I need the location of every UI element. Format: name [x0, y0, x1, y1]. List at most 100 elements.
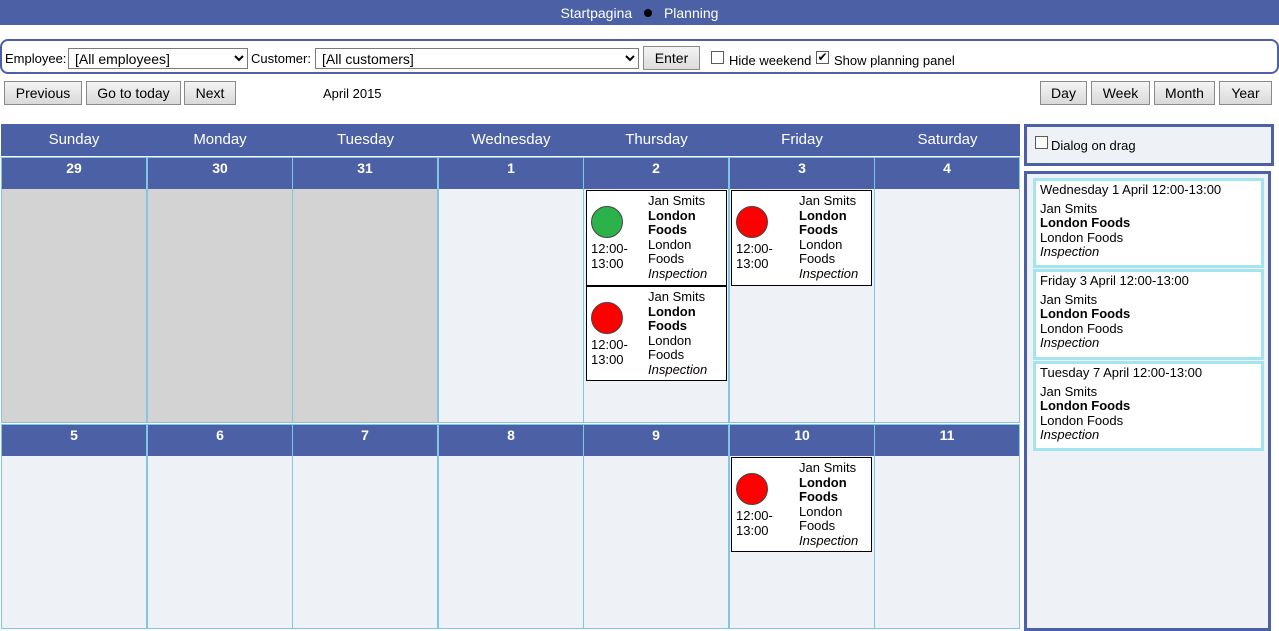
date-header: 5: [2, 425, 146, 456]
planning-item-customer: London Foods: [1040, 398, 1131, 413]
day-cell[interactable]: 1: [438, 157, 584, 423]
appointment-info: Jan Smits London Foods London Foods Insp…: [648, 193, 726, 281]
planning-item-title: Tuesday 7 April 12:00-13:00: [1040, 365, 1203, 380]
status-red-icon: [736, 473, 768, 505]
appointment-time: 12:00- 13:00: [591, 241, 628, 271]
planning-item-customer: London Foods: [1040, 306, 1131, 321]
appointment-card[interactable]: 12:00- 13:00 Jan Smits London Foods Londo…: [586, 286, 727, 381]
planning-panel: Wednesday 1 April 12:00-13:00 Jan Smits …: [1024, 171, 1271, 631]
planning-item-location: London Foods: [1040, 320, 1124, 336]
weekday-header-saturday: Saturday: [875, 124, 1020, 156]
planning-link[interactable]: Planning: [664, 1, 719, 26]
month-view-button[interactable]: Month: [1154, 81, 1215, 105]
appointment-customer: London Foods: [799, 207, 847, 237]
employee-label: Employee:: [5, 51, 67, 66]
appointment-location: London Foods: [799, 503, 843, 533]
status-red-icon: [591, 302, 623, 334]
appointment-location: London Foods: [648, 236, 692, 266]
appointment-location: London Foods: [648, 332, 692, 362]
appointment-card[interactable]: 12:00- 13:00 Jan Smits London Foods Londo…: [586, 190, 727, 286]
date-header: 2: [584, 158, 728, 189]
day-cell[interactable]: 29: [1, 157, 147, 423]
day-cell[interactable]: 7: [292, 424, 438, 629]
day-cell[interactable]: 9: [583, 424, 729, 629]
day-cell[interactable]: 4: [874, 157, 1020, 423]
planning-panel-item[interactable]: Wednesday 1 April 12:00-13:00 Jan Smits …: [1033, 178, 1264, 268]
dialog-on-drag-label: Dialog on drag: [1051, 138, 1136, 153]
appointment-info: Jan Smits London Foods London Foods Insp…: [799, 193, 877, 281]
appointment-location: London Foods: [799, 236, 843, 266]
weekday-header-monday: Monday: [147, 124, 293, 156]
show-planning-panel-checkbox[interactable]: ✔: [816, 51, 829, 64]
employee-select[interactable]: [All employees]: [68, 48, 248, 69]
planning-item-employee: Jan Smits: [1040, 291, 1098, 307]
enter-button[interactable]: Enter: [643, 46, 700, 70]
day-cell[interactable]: 31: [292, 157, 438, 423]
day-cell[interactable]: 6: [147, 424, 293, 629]
planning-item-type: Inspection: [1040, 244, 1100, 259]
weekday-header-sunday: Sunday: [1, 124, 147, 156]
appointment-employee: Jan Smits: [648, 193, 706, 208]
appointment-customer: London Foods: [799, 474, 847, 504]
previous-button[interactable]: Previous: [4, 81, 82, 105]
appointment-info: Jan Smits London Foods London Foods Insp…: [648, 289, 726, 377]
status-red-icon: [736, 206, 768, 238]
startpagina-link[interactable]: Startpagina: [561, 1, 633, 26]
date-header: 1: [439, 158, 583, 189]
go-to-today-button[interactable]: Go to today: [86, 81, 181, 105]
date-header: 31: [293, 158, 437, 189]
appointment-employee: Jan Smits: [799, 460, 857, 475]
planning-item-location: London Foods: [1040, 229, 1124, 245]
day-cell[interactable]: 11: [874, 424, 1020, 629]
date-header: 9: [584, 425, 728, 456]
appointment-card[interactable]: 12:00- 13:00 Jan Smits London Foods Londo…: [731, 457, 872, 552]
appointment-employee: Jan Smits: [648, 289, 706, 304]
day-view-button[interactable]: Day: [1040, 81, 1087, 105]
week-view-button[interactable]: Week: [1091, 81, 1150, 105]
customer-label: Customer:: [251, 51, 311, 66]
filter-bar: Employee: [All employees] Customer: [All…: [0, 39, 1279, 74]
planning-panel-item[interactable]: Tuesday 7 April 12:00-13:00 Jan Smits Lo…: [1033, 361, 1264, 451]
customer-select[interactable]: [All customers]: [315, 48, 639, 69]
hide-weekend-checkbox[interactable]: [711, 51, 724, 64]
appointment-employee: Jan Smits: [799, 193, 857, 208]
planning-item-type: Inspection: [1040, 335, 1100, 350]
planning-item-title: Friday 3 April 12:00-13:00: [1040, 273, 1189, 288]
date-header: 6: [148, 425, 292, 456]
planning-item-employee: Jan Smits: [1040, 200, 1098, 216]
appointment-customer: London Foods: [648, 303, 696, 333]
date-header: 30: [148, 158, 292, 189]
dialog-on-drag-box: Dialog on drag: [1024, 124, 1274, 166]
day-cell[interactable]: 30: [147, 157, 293, 423]
weekday-header-thursday: Thursday: [584, 124, 729, 156]
year-view-button[interactable]: Year: [1219, 81, 1272, 105]
date-header: 8: [439, 425, 583, 456]
appointment-time: 12:00- 13:00: [736, 508, 773, 538]
appointment-time: 12:00- 13:00: [736, 241, 773, 271]
date-header: 3: [730, 158, 874, 189]
current-month-label: April 2015: [323, 86, 382, 101]
planning-panel-item[interactable]: Friday 3 April 12:00-13:00 Jan Smits Lon…: [1033, 269, 1264, 360]
dialog-on-drag-checkbox[interactable]: [1035, 136, 1048, 149]
planning-item-location: London Foods: [1040, 412, 1124, 428]
appointment-customer: London Foods: [648, 207, 696, 237]
hide-weekend-label: Hide weekend: [729, 53, 812, 68]
planning-item-title: Wednesday 1 April 12:00-13:00: [1040, 182, 1222, 197]
day-cell[interactable]: 5: [1, 424, 147, 629]
day-cell[interactable]: 8: [438, 424, 584, 629]
appointment-card[interactable]: 12:00- 13:00 Jan Smits London Foods Londo…: [731, 190, 872, 286]
weekday-header-tuesday: Tuesday: [293, 124, 438, 156]
next-button[interactable]: Next: [184, 81, 236, 105]
date-header: 29: [2, 158, 146, 189]
appointment-type: Inspection: [648, 361, 708, 377]
date-header: 10: [730, 425, 874, 456]
appointment-type: Inspection: [648, 265, 708, 281]
date-header: 7: [293, 425, 437, 456]
planning-item-employee: Jan Smits: [1040, 383, 1098, 399]
planning-item-customer: London Foods: [1040, 215, 1131, 230]
planning-item-type: Inspection: [1040, 427, 1100, 442]
status-green-icon: [591, 206, 623, 238]
appointment-type: Inspection: [799, 532, 859, 548]
weekday-header-wednesday: Wednesday: [438, 124, 584, 156]
date-header: 11: [875, 425, 1019, 456]
